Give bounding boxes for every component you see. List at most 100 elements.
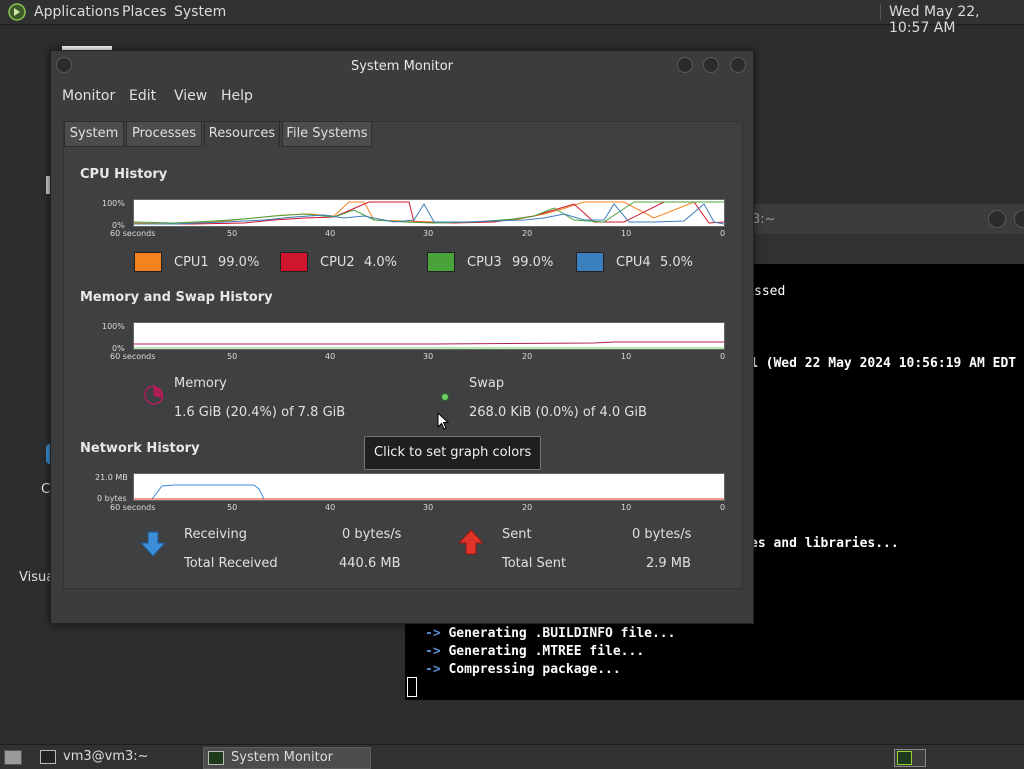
terminal-body[interactable]: ssed 1 (Wed 22 May 2024 10:56:19 AM EDT … xyxy=(750,264,1024,700)
terminal-arrow: -> xyxy=(425,626,441,641)
network-y-bottom: 0 bytes xyxy=(97,494,127,503)
network-x-label: 0 xyxy=(720,503,726,512)
tab-processes[interactable]: Processes xyxy=(126,121,202,147)
swap-pie-icon[interactable] xyxy=(440,392,450,402)
tab-file-systems[interactable]: File Systems xyxy=(282,121,372,147)
close-button[interactable] xyxy=(730,57,746,73)
menu-edit[interactable]: Edit xyxy=(129,88,156,104)
download-arrow-icon[interactable] xyxy=(139,530,167,558)
cpu4-color-swatch[interactable] xyxy=(576,252,604,272)
cpu-x-label: 60 seconds xyxy=(110,229,156,238)
menu-view[interactable]: View xyxy=(174,88,207,104)
maximize-button[interactable] xyxy=(1014,210,1024,228)
terminal-arrow: -> xyxy=(425,644,441,659)
cpu3-value: 99.0% xyxy=(512,255,554,270)
terminal-cursor xyxy=(407,677,417,697)
cpu-x-label: 40 xyxy=(325,229,336,238)
system-monitor-window[interactable]: System Monitor Monitor Edit View Help Sy… xyxy=(50,50,754,624)
maximize-button[interactable] xyxy=(703,57,719,73)
taskbar-terminal-label: vm3@vm3:~ xyxy=(63,749,149,764)
menu-bar: Monitor Edit View Help xyxy=(51,85,753,109)
network-x-label: 50 xyxy=(227,503,238,512)
swap-value: 268.0 KiB (0.0%) of 4.0 GiB xyxy=(469,405,647,420)
cpu-x-label: 50 xyxy=(227,229,238,238)
memory-y-top: 100% xyxy=(102,322,125,331)
terminal-body-lower[interactable]: -> Generating .BUILDINFO file... -> Gene… xyxy=(405,622,757,700)
memory-label: Memory xyxy=(174,376,227,391)
clock[interactable]: Wed May 22, 10:57 AM xyxy=(889,4,1024,36)
cpu1-color-swatch[interactable] xyxy=(134,252,162,272)
places-menu[interactable]: Places xyxy=(122,4,167,20)
taskbar-system-monitor[interactable]: System Monitor xyxy=(203,747,371,769)
terminal-arrow: -> xyxy=(425,662,441,677)
taskbar-system-monitor-label: System Monitor xyxy=(231,750,334,765)
terminal-window[interactable]: 3:~ ssed 1 (Wed 22 May 2024 10:56:19 AM … xyxy=(750,204,1024,700)
terminal-line: Generating .MTREE file... xyxy=(448,644,645,659)
network-x-label: 20 xyxy=(522,503,533,512)
minimize-button[interactable] xyxy=(677,57,693,73)
memory-pie-icon[interactable] xyxy=(143,384,165,406)
top-panel: Applications Places System Wed May 22, 1… xyxy=(0,0,1024,36)
memory-x-label: 20 xyxy=(522,352,533,361)
upload-arrow-icon[interactable] xyxy=(457,528,485,556)
network-x-label: 30 xyxy=(423,503,434,512)
cpu2-color-swatch[interactable] xyxy=(280,252,308,272)
total-sent-value: 2.9 MB xyxy=(646,556,691,571)
cpu-x-label: 10 xyxy=(621,229,632,238)
cpu-x-label: 0 xyxy=(720,229,726,238)
cpu-history-title: CPU History xyxy=(80,167,168,182)
resources-panel: System Processes Resources File Systems … xyxy=(63,121,743,589)
cpu-graph-lines xyxy=(133,201,725,225)
terminal-line: es and libraries... xyxy=(750,536,899,551)
show-desktop-icon[interactable] xyxy=(4,750,22,765)
applications-menu[interactable]: Applications xyxy=(34,4,120,20)
cpu-y-top: 100% xyxy=(102,199,125,208)
window-titlebar[interactable]: System Monitor xyxy=(51,51,753,83)
sent-value: 0 bytes/s xyxy=(632,527,692,542)
menu-monitor[interactable]: Monitor xyxy=(62,88,115,104)
taskbar-terminal[interactable]: vm3@vm3:~ xyxy=(36,747,196,767)
memory-x-label: 30 xyxy=(423,352,434,361)
total-received-value: 440.6 MB xyxy=(339,556,401,571)
terminal-line: ssed xyxy=(754,284,786,299)
tooltip: Click to set graph colors xyxy=(364,436,542,470)
memory-x-label: 60 seconds xyxy=(110,352,156,361)
cpu2-label: CPU2 xyxy=(320,255,355,270)
terminal-title: 3:~ xyxy=(752,212,776,227)
minimize-button[interactable] xyxy=(988,210,1006,228)
terminal-line: 1 (Wed 22 May 2024 10:56:19 AM EDT xyxy=(750,356,1017,371)
memory-x-label: 0 xyxy=(720,352,726,361)
terminal-titlebar[interactable]: 3:~ xyxy=(752,204,1024,234)
network-x-label: 10 xyxy=(621,503,632,512)
memory-x-label: 50 xyxy=(227,352,238,361)
memory-graph[interactable] xyxy=(133,322,725,350)
network-graph[interactable] xyxy=(133,473,725,501)
memory-history-title: Memory and Swap History xyxy=(80,290,273,305)
network-graph-lines xyxy=(134,484,724,500)
bottom-panel: vm3@vm3:~ System Monitor xyxy=(0,744,1024,769)
menu-help[interactable]: Help xyxy=(221,88,253,104)
terminal-icon xyxy=(40,750,56,764)
system-menu[interactable]: System xyxy=(174,4,226,20)
terminal-line: Compressing package... xyxy=(448,662,621,677)
workspace-icon xyxy=(897,751,912,765)
cpu2-value: 4.0% xyxy=(364,255,398,270)
cpu1-value: 99.0% xyxy=(218,255,260,270)
distro-logo-icon[interactable] xyxy=(8,3,26,21)
cpu4-value: 5.0% xyxy=(660,255,694,270)
cpu-graph[interactable] xyxy=(133,199,725,227)
memory-value: 1.6 GiB (20.4%) of 7.8 GiB xyxy=(174,405,346,420)
total-received-label: Total Received xyxy=(184,556,278,571)
tab-resources[interactable]: Resources xyxy=(204,121,280,147)
workspace-switcher[interactable] xyxy=(894,749,926,767)
desktop-label-fragment: Visua xyxy=(19,570,55,585)
tab-system[interactable]: System xyxy=(64,121,124,147)
cpu-x-label: 20 xyxy=(522,229,533,238)
sent-label: Sent xyxy=(502,527,532,542)
system-monitor-icon xyxy=(208,751,224,765)
memory-graph-lines xyxy=(134,341,724,349)
cpu3-color-swatch[interactable] xyxy=(427,252,455,272)
receiving-label: Receiving xyxy=(184,527,248,542)
network-x-label: 60 seconds xyxy=(110,503,156,512)
total-sent-label: Total Sent xyxy=(502,556,567,571)
